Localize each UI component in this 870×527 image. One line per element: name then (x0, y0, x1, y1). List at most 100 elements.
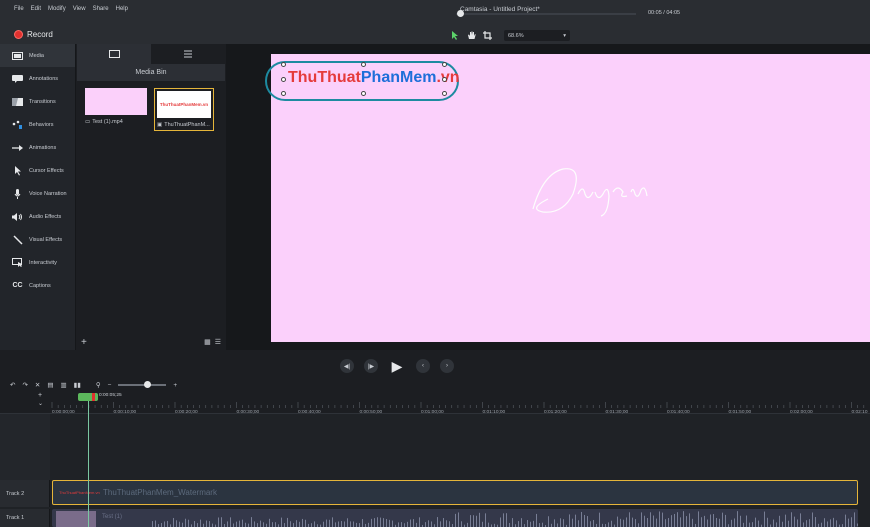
resize-handle[interactable] (442, 77, 447, 82)
waveform-bar (626, 517, 627, 527)
waveform-bar (854, 512, 855, 527)
rail-item-annotations[interactable]: Annotations (0, 67, 75, 90)
waveform-bar (380, 517, 381, 527)
tab-library[interactable] (151, 44, 225, 64)
window-title: Camtasia - Untitled Project* (460, 6, 540, 13)
playhead-out-marker[interactable] (92, 393, 95, 401)
waveform-bar (200, 519, 201, 527)
waveform-bar (377, 517, 378, 527)
waveform-bar (152, 521, 153, 527)
image-file-icon: ▣ (157, 122, 163, 128)
cut-icon[interactable]: ✕ (35, 381, 40, 389)
track-header-1[interactable]: Track 1 (0, 509, 50, 527)
zoom-select[interactable]: 68.6% ▾ (504, 30, 570, 41)
timeline-zoom-slider[interactable] (118, 381, 167, 388)
next-button[interactable]: › (440, 359, 454, 373)
playback-bar: ◀| |▶ ▶ ‹ › (0, 350, 870, 378)
waveform-bar (356, 522, 357, 527)
waveform-bar (539, 523, 540, 527)
tool-rail: Media Annotations Transitions Behaviors … (0, 44, 76, 350)
watermark-clip[interactable]: ThuThuatPhanMem.vn ThuThuatPhanMem_Water… (52, 480, 858, 505)
media-item-image[interactable]: ThuThuatPhanMem.vn ▣ ThuThuatPhanM... (154, 88, 214, 131)
menu-modify[interactable]: Modify (48, 6, 66, 12)
rail-item-captions[interactable]: CC Captions (0, 274, 75, 297)
waveform-bar (443, 518, 444, 527)
menu-share[interactable]: Share (93, 6, 109, 12)
resize-handle[interactable] (442, 62, 447, 67)
playback-scrubber[interactable] (456, 13, 636, 15)
zoom-out-icon[interactable]: − (108, 382, 112, 389)
watermark-suffix: .vn (436, 69, 460, 86)
resize-handle[interactable] (361, 62, 366, 67)
add-track-button[interactable]: + (38, 392, 50, 399)
menu-view[interactable]: View (73, 6, 86, 12)
tab-media-bin[interactable] (77, 44, 151, 64)
clip-thumbnail: ThuThuatPhanMem.vn (59, 490, 100, 495)
waveform-bar (704, 515, 705, 527)
thumbnail-watermark-text: ThuThuatPhanMem.vn (159, 102, 209, 107)
resize-handle[interactable] (361, 91, 366, 96)
rail-item-cursor-effects[interactable]: Cursor Effects (0, 159, 75, 182)
media-item-video[interactable]: ▭ Test (1).mp4 (85, 88, 147, 125)
zoom-knob[interactable] (144, 381, 152, 388)
playhead-handle[interactable] (78, 393, 98, 401)
step-back-button[interactable]: ◀| (340, 359, 354, 373)
watermark-text[interactable]: ThuThuatPhanMem.vn (288, 69, 460, 87)
watermark-red-part: ThuThuat (288, 69, 361, 86)
crop-icon[interactable] (482, 31, 492, 41)
arrow-pointer-icon[interactable] (450, 31, 460, 41)
video-clip[interactable]: Test (1) (52, 509, 858, 527)
playback-controls: ◀| |▶ ▶ ‹ › (340, 357, 454, 375)
paste-icon[interactable]: ▥ (61, 381, 67, 389)
list-view-icon[interactable]: ☰ (215, 338, 221, 346)
previous-button[interactable]: ‹ (416, 359, 430, 373)
add-media-button[interactable]: + (81, 337, 87, 348)
waveform-bar (257, 523, 258, 527)
rail-item-transitions[interactable]: Transitions (0, 90, 75, 113)
track-header-2[interactable]: Track 2 (0, 480, 50, 507)
signature-graphic (532, 168, 648, 217)
copy-icon[interactable]: ▤ (47, 381, 53, 389)
waveform-bar (857, 523, 858, 527)
video-file-icon: ▭ (85, 119, 91, 125)
cc-icon: CC (12, 282, 23, 289)
record-button[interactable]: Record (14, 30, 53, 39)
waveform-bar (353, 521, 354, 527)
rail-item-audio-effects[interactable]: Audio Effects (0, 205, 75, 228)
rail-item-interactivity[interactable]: Interactivity (0, 251, 75, 274)
waveform-bar (488, 522, 489, 527)
rail-item-media[interactable]: Media (0, 44, 75, 67)
menu-file[interactable]: File (14, 6, 24, 12)
rail-item-visual-effects[interactable]: Visual Effects (0, 228, 75, 251)
resize-handle[interactable] (442, 91, 447, 96)
waveform-bar (788, 520, 789, 527)
step-forward-button[interactable]: |▶ (364, 359, 378, 373)
waveform-bar (272, 522, 273, 527)
redo-icon[interactable]: ↷ (22, 381, 27, 389)
rail-label: Media (29, 52, 44, 59)
waveform-bar (326, 519, 327, 527)
scrubber-knob[interactable] (456, 10, 464, 17)
resize-handle[interactable] (281, 62, 286, 67)
split-icon[interactable]: ▮▮ (74, 381, 81, 389)
waveform-bar (362, 519, 363, 527)
rail-item-voice-narration[interactable]: Voice Narration (0, 182, 75, 205)
waveform-bar (794, 516, 795, 527)
menu-list: File Edit Modify View Share Help (14, 6, 128, 12)
waveform-bar (689, 513, 690, 527)
rail-item-behaviors[interactable]: Behaviors (0, 113, 75, 136)
waveform-bar (548, 516, 549, 527)
zoom-in-icon[interactable]: + (173, 382, 177, 389)
grid-view-icon[interactable]: ▦ (204, 338, 211, 346)
play-button[interactable]: ▶ (388, 357, 406, 375)
zoom-search-icon[interactable]: ⚲ (96, 381, 101, 389)
hand-pan-icon[interactable] (466, 31, 476, 41)
top-toolbar: 68.6% ▾ (0, 28, 870, 44)
menu-edit[interactable]: Edit (31, 6, 41, 12)
collapse-tracks-icon[interactable]: ⌄ (38, 400, 50, 407)
menu-help[interactable]: Help (116, 6, 128, 12)
resize-handle[interactable] (281, 77, 286, 82)
undo-icon[interactable]: ↶ (10, 381, 15, 389)
rail-item-animations[interactable]: Animations (0, 136, 75, 159)
resize-handle[interactable] (281, 91, 286, 96)
